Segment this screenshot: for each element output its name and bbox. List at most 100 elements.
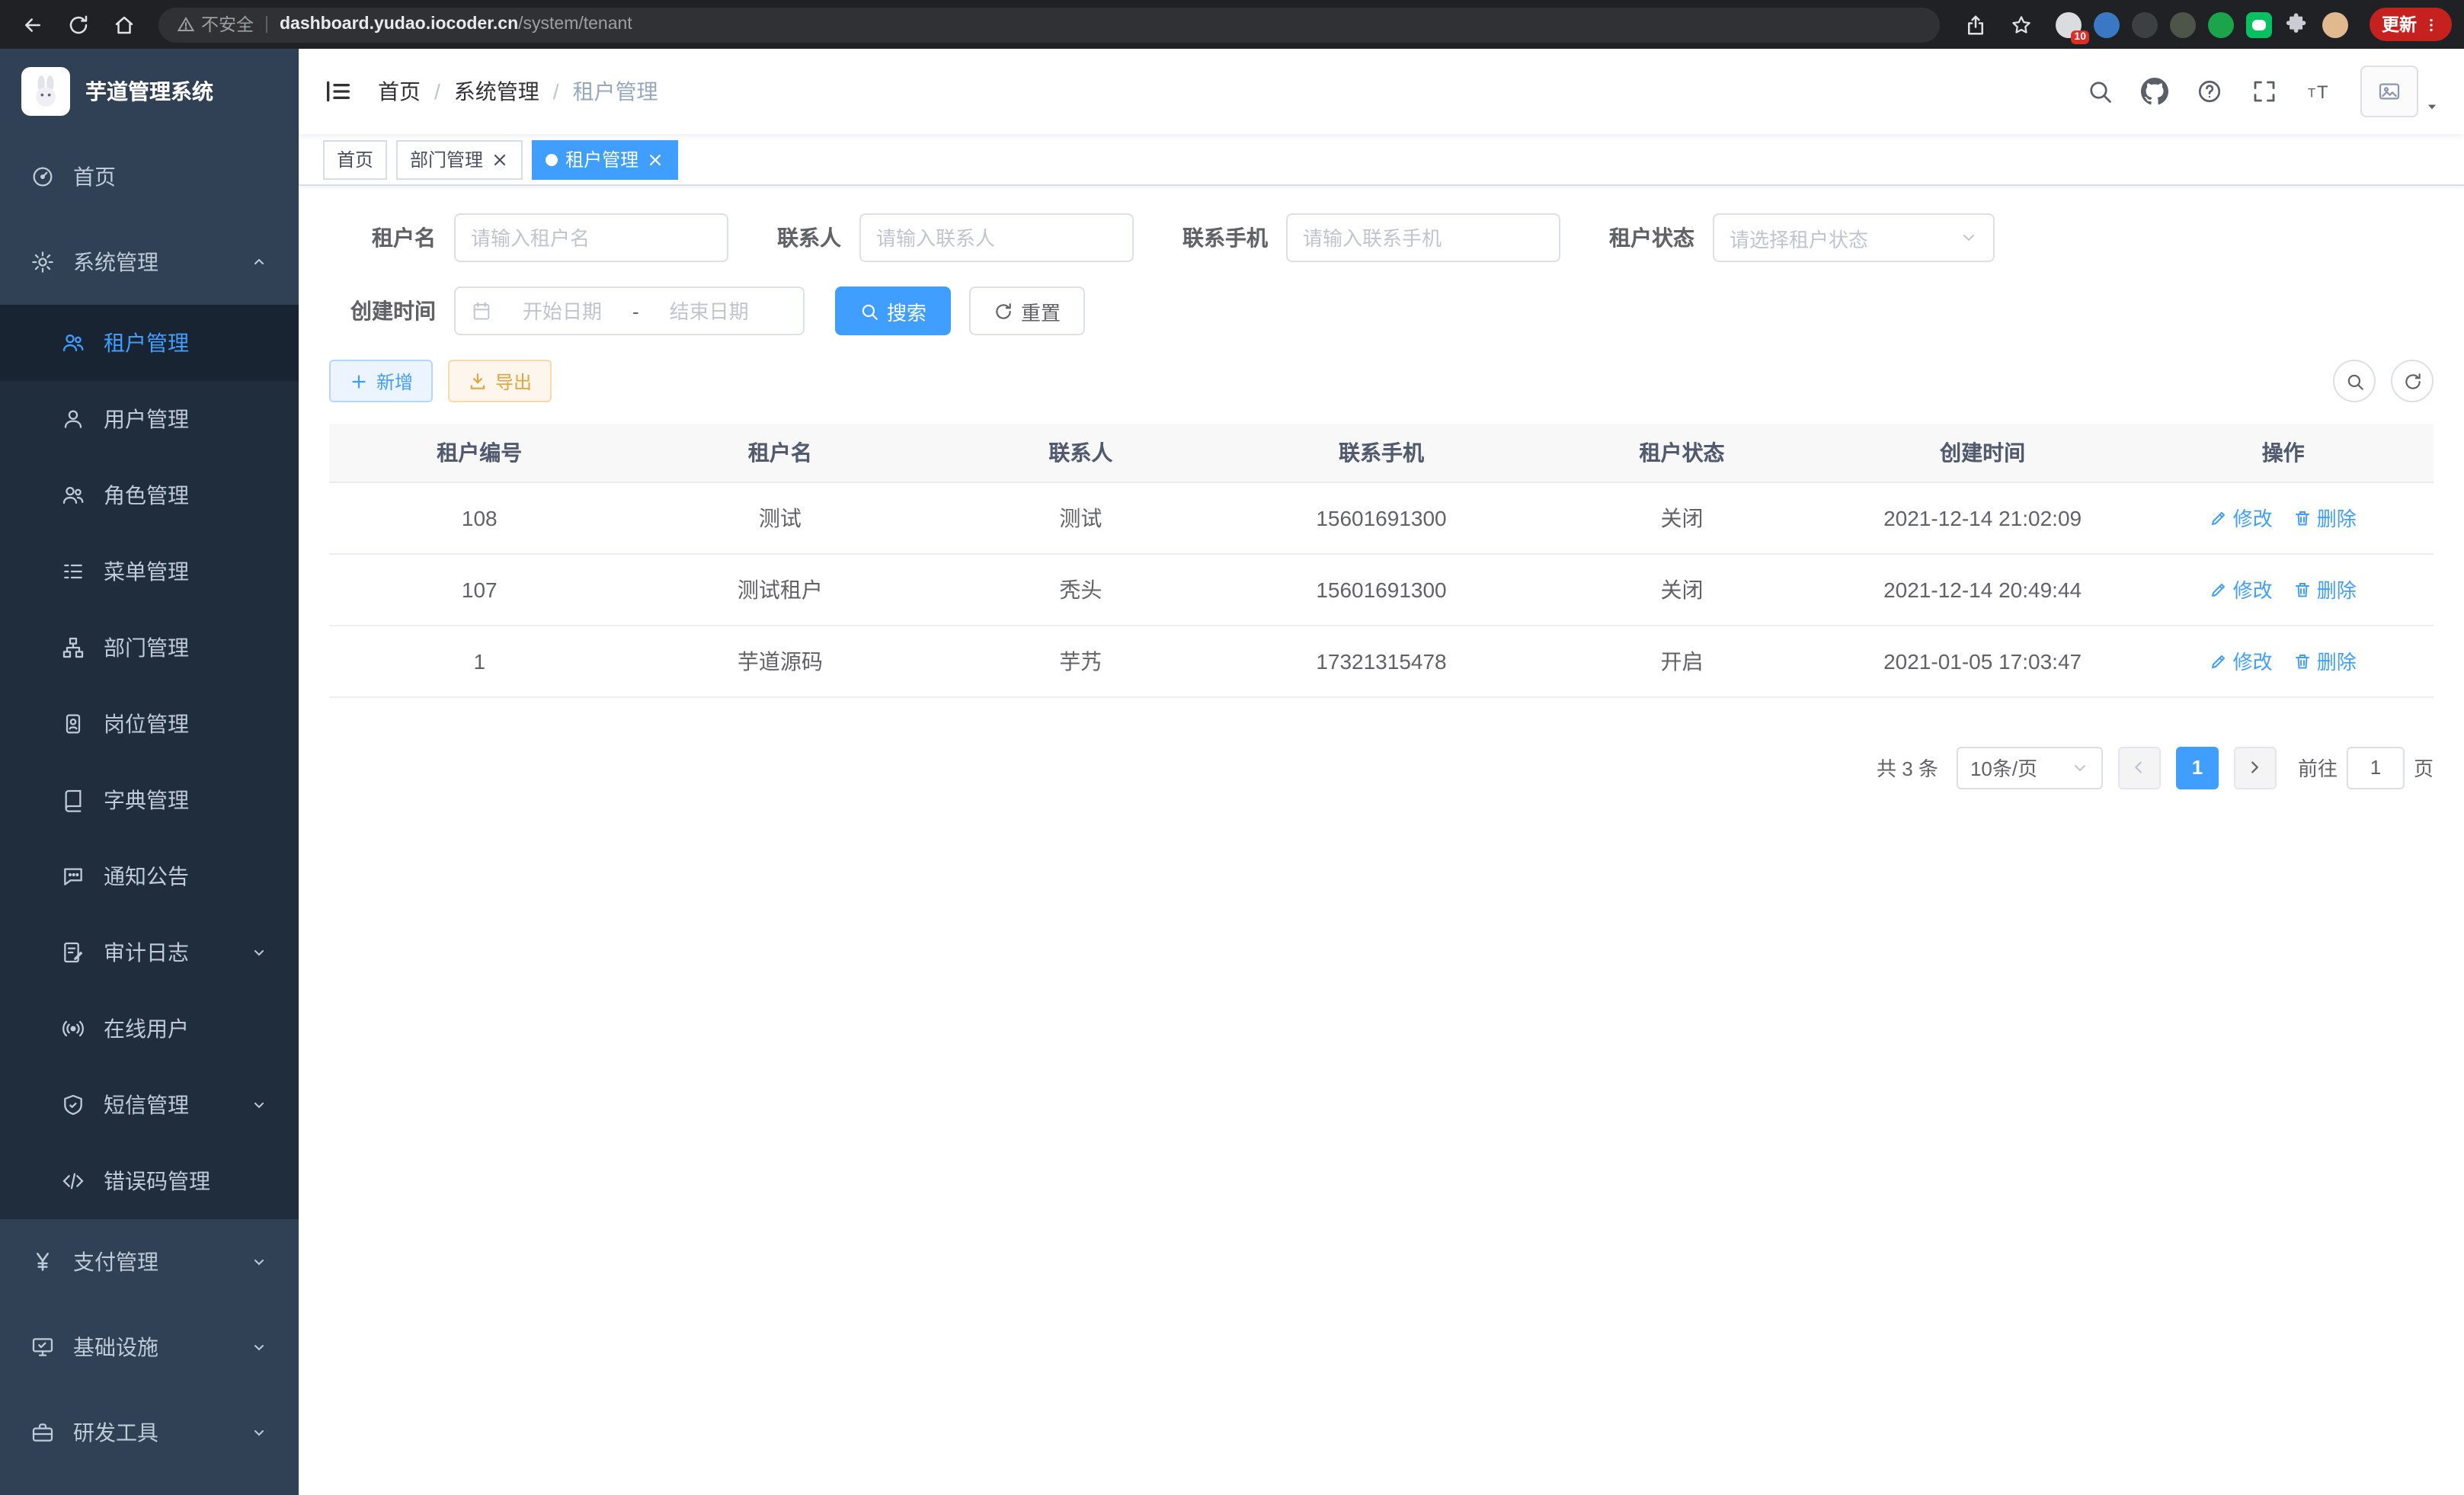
question-icon[interactable] — [2196, 78, 2223, 105]
extension-icon-2[interactable] — [2094, 11, 2120, 37]
delete-link[interactable]: 删除 — [2294, 575, 2357, 603]
sidebar-item-post[interactable]: 岗位管理 — [0, 686, 299, 762]
delete-link[interactable]: 删除 — [2294, 503, 2357, 532]
delete-icon — [2294, 580, 2312, 598]
extensions-area: 10 — [2046, 11, 2357, 37]
back-icon[interactable] — [12, 5, 52, 44]
profile-avatar[interactable] — [2322, 11, 2348, 37]
search-button[interactable]: 搜索 — [835, 287, 951, 335]
github-icon[interactable] — [2141, 78, 2168, 105]
not-secure-warning[interactable]: 不安全 — [177, 12, 254, 37]
refresh-table-button[interactable] — [2391, 360, 2434, 402]
delete-label: 删除 — [2317, 646, 2357, 675]
next-page-button[interactable] — [2234, 746, 2277, 789]
sidebar-item-menu[interactable]: 菜单管理 — [0, 533, 299, 610]
contact-input-box — [859, 213, 1134, 262]
delete-link[interactable]: 删除 — [2294, 646, 2357, 675]
toolbox-icon — [30, 1420, 55, 1445]
hamburger-icon[interactable] — [323, 76, 354, 107]
column-header: 创建时间 — [1832, 424, 2133, 482]
date-start-input[interactable] — [501, 299, 623, 322]
sidebar-item-label: 系统管理 — [73, 247, 158, 277]
edit-link[interactable]: 修改 — [2210, 646, 2273, 675]
edit-link[interactable]: 修改 — [2210, 575, 2273, 603]
reset-button[interactable]: 重置 — [969, 287, 1085, 335]
tenant-name-input-box — [454, 213, 728, 262]
sidebar-item-user[interactable]: 用户管理 — [0, 381, 299, 457]
tab-tenant[interactable]: 租户管理 — [532, 139, 678, 179]
date-range-picker[interactable]: - — [454, 287, 805, 335]
sidebar-item-dev-tools[interactable]: 研发工具 — [0, 1390, 299, 1475]
sidebar-item-role[interactable]: 角色管理 — [0, 457, 299, 533]
cell-tenant-name: 测试 — [630, 482, 931, 553]
breadcrumb-system[interactable]: 系统管理 — [454, 76, 539, 107]
sidebar-item-online-users[interactable]: 在线用户 — [0, 991, 299, 1067]
edit-link[interactable]: 修改 — [2210, 503, 2273, 532]
add-button[interactable]: 新增 — [329, 360, 433, 402]
tree-table-icon — [61, 559, 85, 584]
phone-input[interactable] — [1303, 226, 1544, 249]
extension-icon-4[interactable] — [2170, 11, 2196, 37]
column-header: 操作 — [2133, 424, 2434, 482]
address-bar[interactable]: 不安全 | dashboard.yudao.iocoder.cn/system/… — [158, 7, 1940, 42]
update-label: 更新 — [2382, 12, 2417, 37]
font-size-icon[interactable]: TT — [2306, 78, 2333, 105]
field-label: 租户名 — [329, 222, 436, 253]
cell-phone: 15601691300 — [1231, 482, 1532, 553]
tab-home[interactable]: 首页 — [323, 139, 387, 179]
pagination: 共 3 条 10条/页 1 前往 页 — [329, 746, 2434, 789]
search-icon[interactable] — [2086, 78, 2114, 105]
sidebar-item-label: 菜单管理 — [104, 556, 189, 587]
sidebar-item-tenant[interactable]: 租户管理 — [0, 305, 299, 381]
status-select[interactable]: 请选择租户状态 — [1713, 213, 1995, 262]
sidebar-item-payment[interactable]: 支付管理 — [0, 1219, 299, 1305]
extension-icon-3[interactable] — [2132, 11, 2158, 37]
edit-icon — [2210, 508, 2229, 527]
prev-page-button[interactable] — [2118, 746, 2161, 789]
show-search-button[interactable] — [2333, 360, 2376, 402]
export-button[interactable]: 导出 — [448, 360, 552, 402]
update-button[interactable]: 更新 — [2370, 8, 2452, 41]
sidebar-item-sms[interactable]: 短信管理 — [0, 1067, 299, 1143]
home-icon[interactable] — [104, 5, 143, 44]
sidebar-item-dept[interactable]: 部门管理 — [0, 610, 299, 686]
sidebar-item-home[interactable]: 首页 — [0, 134, 299, 219]
share-icon[interactable] — [1955, 5, 1995, 44]
sidebar-item-notice[interactable]: 通知公告 — [0, 838, 299, 914]
table-row: 1 芋道源码 芋艿 17321315478 开启 2021-01-05 17:0… — [329, 625, 2434, 696]
extension-icon-1[interactable]: 10 — [2056, 11, 2082, 37]
breadcrumb-home[interactable]: 首页 — [378, 76, 421, 107]
goto-page-input[interactable] — [2347, 746, 2405, 789]
close-icon[interactable] — [646, 150, 664, 168]
user-avatar[interactable] — [2360, 66, 2440, 117]
sidebar-logo[interactable]: 芋道管理系统 — [0, 49, 299, 134]
reload-icon[interactable] — [58, 5, 98, 44]
sidebar-item-system[interactable]: 系统管理 — [0, 219, 299, 305]
date-end-input[interactable] — [648, 299, 770, 322]
star-icon[interactable] — [2001, 5, 2040, 44]
sidebar-item-label: 审计日志 — [104, 937, 189, 968]
filter-contact: 联系人 — [777, 213, 1134, 262]
cell-created: 2021-12-14 20:49:44 — [1832, 553, 2133, 625]
sidebar-item-infrastructure[interactable]: 基础设施 — [0, 1305, 299, 1390]
cell-phone: 15601691300 — [1231, 553, 1532, 625]
page-size-select[interactable]: 10条/页 — [1957, 746, 2103, 789]
tenant-name-input[interactable] — [471, 226, 712, 249]
breadcrumb-separator — [434, 79, 440, 104]
sidebar-item-dict[interactable]: 字典管理 — [0, 762, 299, 838]
menu-dots-icon[interactable] — [2423, 16, 2440, 33]
contact-input[interactable] — [876, 226, 1117, 249]
extension-icon-5[interactable] — [2208, 11, 2234, 37]
fullscreen-icon[interactable] — [2251, 78, 2278, 105]
sidebar-item-label: 短信管理 — [104, 1090, 189, 1120]
close-icon[interactable] — [491, 150, 509, 168]
chevron-down-icon — [250, 1423, 268, 1442]
sidebar-item-audit-log[interactable]: 审计日志 — [0, 914, 299, 991]
app-shell: 芋道管理系统 首页 系统管理 租户管理 — [0, 49, 2464, 1495]
tab-dept[interactable]: 部门管理 — [396, 139, 523, 179]
sitemap-icon — [61, 635, 85, 660]
page-number-button[interactable]: 1 — [2176, 746, 2219, 789]
puzzle-icon[interactable] — [2284, 11, 2310, 37]
extension-icon-6[interactable] — [2246, 11, 2272, 37]
sidebar-item-error-code[interactable]: 错误码管理 — [0, 1143, 299, 1219]
